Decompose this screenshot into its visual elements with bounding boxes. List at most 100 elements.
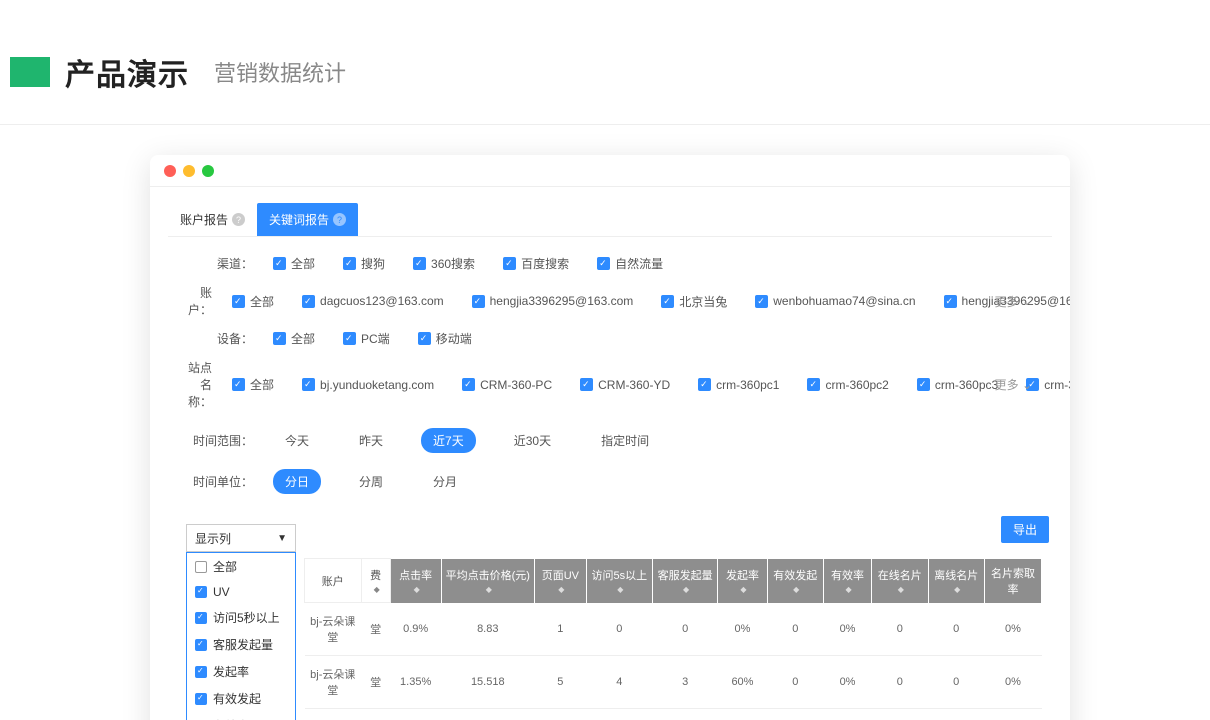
page-title: 产品演示 [65,50,189,94]
table-header[interactable]: 在线名片 ◆ [872,559,928,603]
time-option[interactable]: 指定时间 [589,428,661,453]
checkbox-option[interactable]: 搜狗 [343,255,385,272]
help-icon[interactable]: ? [333,213,346,226]
maximize-icon[interactable] [202,165,214,177]
dropdown-item[interactable]: 客服发起量 [187,631,295,658]
more-link[interactable]: 更多 ⌄ [995,293,1032,310]
more-link[interactable]: 更多 ⌄ [995,376,1032,393]
table-cell: 3 [652,656,718,709]
filter-label: 设备： [188,330,253,347]
checkbox-all[interactable]: 全部 [273,255,315,272]
checkbox-option[interactable]: 百度搜索 [503,255,569,272]
checkbox-all[interactable]: 全部 [232,293,274,310]
table-cell: 5 [535,656,587,709]
table-header[interactable]: 发起率 ◆ [718,559,767,603]
chevron-down-icon: ⌄ [1022,378,1032,392]
table-header[interactable]: 账户 [305,559,362,603]
filter-label: 账户： [188,284,212,318]
export-button[interactable]: 导出 [1001,516,1049,543]
dropdown-item[interactable]: 发起率 [187,658,295,685]
table-header[interactable]: 费 ◆ [361,559,390,603]
table-header[interactable]: 平均点击价格(元) ◆ [441,559,535,603]
close-icon[interactable] [164,165,176,177]
table-cell: 0 [872,603,928,656]
timeunit-option[interactable]: 分周 [347,469,395,494]
time-option[interactable]: 昨天 [347,428,395,453]
dropdown-item[interactable]: 有效发起 [187,685,295,712]
table-cell: 0 [767,656,823,709]
checkbox-all[interactable]: 全部 [232,376,274,393]
table-cell: 0% [390,709,441,720]
table-cell: bj-云朵课堂 [305,709,362,720]
time-option[interactable]: 今天 [273,428,321,453]
checkbox-option[interactable]: hengjia3396295@163.com [472,294,634,308]
filter-panel: 渠道： 全部 搜狗 360搜索 百度搜索 自然流量 账户： 全部 dagcuos… [168,237,1052,518]
filter-row-account: 账户： 全部 dagcuos123@163.com hengjia3396295… [188,278,1032,324]
checkbox-option[interactable]: CRM-360-YD [580,378,670,392]
checkbox-option[interactable]: 自然流量 [597,255,663,272]
dropdown-item[interactable]: 有效率 [187,712,295,720]
tab-keyword-report[interactable]: 关键词报告 ? [257,203,358,236]
table-header[interactable]: 名片索取率 [984,559,1041,603]
checkbox-option[interactable]: crm-360pc2 [807,378,888,392]
tab-account-report[interactable]: 账户报告 ? [168,203,257,236]
help-icon[interactable]: ? [232,213,245,226]
table-cell: 0 [872,709,928,720]
table-header[interactable]: 访问5s以上 ◆ [586,559,652,603]
dropdown-item[interactable]: 全部 [187,553,295,580]
table-header[interactable]: 有效发起 ◆ [767,559,823,603]
checkbox-option[interactable]: CRM-360-PC [462,378,552,392]
timeunit-option[interactable]: 分月 [421,469,469,494]
sort-icon: ◆ [617,585,623,594]
time-option[interactable]: 近30天 [502,428,563,453]
report-tabs: 账户报告 ? 关键词报告 ? [168,203,1052,237]
table-header[interactable]: 页面UV ◆ [535,559,587,603]
table-cell: 0 [767,709,823,720]
timeunit-option-active[interactable]: 分日 [273,469,321,494]
table-cell: 0% [984,656,1041,709]
sort-icon: ◆ [558,585,564,594]
checkbox-option[interactable]: 北京当兔 [661,293,727,310]
sort-icon: ◆ [793,585,799,594]
table-cell: 0 [586,603,652,656]
checkbox-option[interactable]: crm-360pc3 [917,378,998,392]
table-cell: 1 [586,709,652,720]
page-header: 产品演示 营销数据统计 [0,0,1210,125]
table-cell: 60% [718,656,767,709]
table-cell: 0% [823,656,871,709]
minimize-icon[interactable] [183,165,195,177]
checkbox-option[interactable]: wenbohuamao74@sina.cn [755,294,915,308]
filter-label: 时间单位： [188,473,253,490]
sort-icon: ◆ [740,585,746,594]
checkbox-option[interactable]: PC端 [343,330,390,347]
checkbox-option[interactable]: dagcuos123@163.com [302,294,444,308]
table-header[interactable]: 客服发起量 ◆ [652,559,718,603]
checkbox-all[interactable]: 全部 [273,330,315,347]
column-selector[interactable]: 显示列 ▼ [186,524,296,552]
checkbox-option[interactable]: crm-360yd3 [1026,378,1070,392]
table-header[interactable]: 点击率 ◆ [390,559,441,603]
dropdown-item-label: 客服发起量 [213,636,273,653]
table-cell: 0% [823,709,871,720]
checkbox-option[interactable]: bj.yunduoketang.com [302,378,434,392]
table-cell: 1 [535,709,587,720]
filter-row-site: 站点名称： 全部 bj.yunduoketang.com CRM-360-PC … [188,353,1032,416]
table-header[interactable]: 有效率 ◆ [823,559,871,603]
checkbox-icon [195,639,207,651]
dropdown-item-label: UV [213,585,230,599]
table-cell: 堂 [361,709,390,720]
column-selector-label: 显示列 [195,530,231,547]
dropdown-item[interactable]: 访问5秒以上 [187,604,295,631]
time-option-active[interactable]: 近7天 [421,428,476,453]
column-dropdown: 全部UV访问5秒以上客服发起量发起率有效发起有效率在线名片离线名片名片索取率有效… [186,552,296,720]
checkbox-option[interactable]: crm-360pc1 [698,378,779,392]
table-header[interactable]: 离线名片 ◆ [928,559,984,603]
table-cell: 堂 [361,656,390,709]
sort-icon: ◆ [374,585,380,594]
tab-label: 关键词报告 [269,211,329,228]
checkbox-option[interactable]: 移动端 [418,330,472,347]
checkbox-option[interactable]: 360搜索 [413,255,475,272]
dropdown-item[interactable]: UV [187,580,295,604]
brand-accent [10,57,50,87]
table-cell: 8.83 [441,603,535,656]
